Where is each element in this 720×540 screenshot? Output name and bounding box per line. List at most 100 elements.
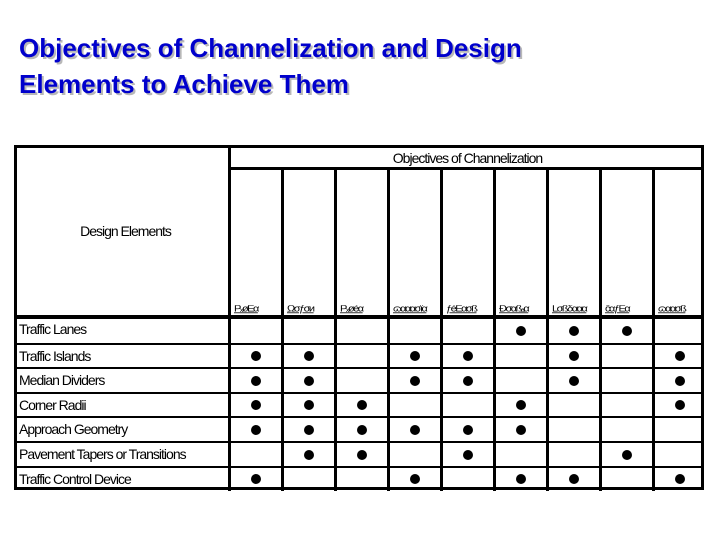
design-element-label: Median Dividers (17, 369, 231, 393)
objective-column-header: PₓøĒα (231, 170, 284, 315)
bullet-dot-icon (357, 449, 367, 460)
matrix-cell (284, 443, 337, 466)
bullet-dot-icon (569, 375, 579, 386)
objective-column-header-label: PₓøĒα (234, 305, 259, 314)
objective-column-header: Ωσƒσи (284, 170, 337, 315)
matrix-cell (549, 418, 602, 442)
bullet-dot-icon (674, 400, 685, 411)
matrix-cell (549, 344, 602, 368)
matrix-cell (443, 344, 496, 368)
table-row: Traffic Lanes (17, 318, 704, 343)
matrix-cell (496, 393, 549, 417)
bullet-dot-icon (516, 474, 526, 485)
matrix-cell (443, 443, 496, 466)
bullet-dot-icon (304, 424, 314, 435)
table-row: Pavement Tapers or Transitions (17, 441, 704, 466)
objectives-group-header: Objectives of Channelization (231, 148, 704, 170)
objective-column-header-label: Ðσαßₐα (499, 305, 530, 314)
matrix-cell (602, 344, 655, 368)
table-row: Traffic Control Device (17, 465, 704, 491)
matrix-cell (443, 418, 496, 442)
bullet-dot-icon (304, 449, 314, 460)
matrix-cell (284, 393, 337, 417)
matrix-cell (655, 468, 704, 491)
matrix-cell (496, 467, 549, 491)
matrix-cell (496, 418, 549, 442)
matrix-cell (390, 467, 443, 491)
bullet-dot-icon (304, 351, 314, 362)
bullet-dot-icon (516, 424, 526, 435)
objective-column-header: Ðσαßₐα (496, 170, 549, 315)
matrix-cell (443, 318, 496, 343)
matrix-cell (549, 318, 602, 343)
objective-column-header: Lσßδααα (549, 170, 602, 315)
matrix-cell (231, 318, 284, 343)
objectives-group-header-label: Objectives of Channelization (392, 149, 543, 166)
design-element-label: Approach Geometry (17, 418, 231, 442)
bullet-dot-icon (357, 400, 367, 411)
design-element-label: Traffic Control Device (17, 467, 231, 491)
objective-column-header: ƒéĒασß (443, 170, 496, 315)
matrix-cell (602, 443, 655, 466)
matrix-cell (337, 393, 390, 417)
bullet-dot-icon (410, 375, 420, 386)
bullet-dot-icon (410, 351, 420, 362)
bullet-dot-icon (674, 474, 685, 485)
matrix-cell (390, 393, 443, 417)
matrix-cell (337, 467, 390, 491)
objective-column-header: Pₓøéα (337, 170, 390, 315)
matrix-cell (496, 443, 549, 466)
slide-title-line-1: Objectives of Channelization and Design (19, 33, 522, 63)
matrix-cell (602, 393, 655, 417)
matrix-cell (337, 318, 390, 343)
matrix-cell (390, 443, 443, 466)
matrix-cell (602, 369, 655, 393)
matrix-cell (231, 344, 284, 368)
bullet-dot-icon (463, 375, 473, 386)
objective-column-header: ĉαƒĒα (602, 170, 655, 315)
matrix-cell (443, 467, 496, 491)
design-elements-header: Design Elements (17, 148, 231, 315)
matrix-cell (231, 418, 284, 442)
bullet-dot-icon (463, 424, 473, 435)
matrix-cell (284, 418, 337, 442)
bullet-dot-icon (516, 325, 526, 336)
matrix-cell (655, 318, 704, 343)
matrix-cell (284, 369, 337, 393)
bullet-dot-icon (569, 351, 579, 362)
matrix-cell (602, 467, 655, 491)
matrix-cell (655, 443, 704, 466)
bullet-dot-icon (516, 400, 526, 411)
table-row: Median Dividers (17, 367, 704, 393)
matrix-cell (390, 369, 443, 393)
matrix-cell (602, 418, 655, 442)
matrix-cell (231, 467, 284, 491)
matrix-cell (337, 418, 390, 442)
bullet-dot-icon (674, 351, 685, 362)
bullet-dot-icon (251, 474, 261, 485)
bullet-dot-icon (251, 351, 261, 362)
objective-column-header-label: ɷαασß (658, 305, 687, 314)
bullet-dot-icon (304, 400, 314, 411)
matrix-cell (496, 369, 549, 393)
matrix-cell (337, 443, 390, 466)
objective-column-header-label: Lσßδααα (552, 305, 588, 314)
table-row: Traffic Islands (17, 342, 704, 368)
matrix-cell (602, 318, 655, 343)
bullet-dot-icon (304, 375, 314, 386)
objective-column-header-label: Pₓøéα (340, 305, 364, 314)
objective-column-header: ɷαασß (655, 170, 704, 315)
objectives-matrix-table: Design Elements Objectives of Channeliza… (14, 145, 704, 491)
matrix-cell (443, 393, 496, 417)
bullet-dot-icon (622, 325, 632, 336)
matrix-cell (390, 318, 443, 343)
matrix-cell (549, 467, 602, 491)
table-row: Approach Geometry (17, 416, 704, 442)
matrix-cell (231, 369, 284, 393)
objective-column-header-label: ĉαƒĒα (605, 305, 631, 314)
matrix-cell (655, 394, 704, 417)
matrix-cell (549, 443, 602, 466)
matrix-cell (337, 369, 390, 393)
bullet-dot-icon (569, 474, 579, 485)
matrix-cell (390, 418, 443, 442)
